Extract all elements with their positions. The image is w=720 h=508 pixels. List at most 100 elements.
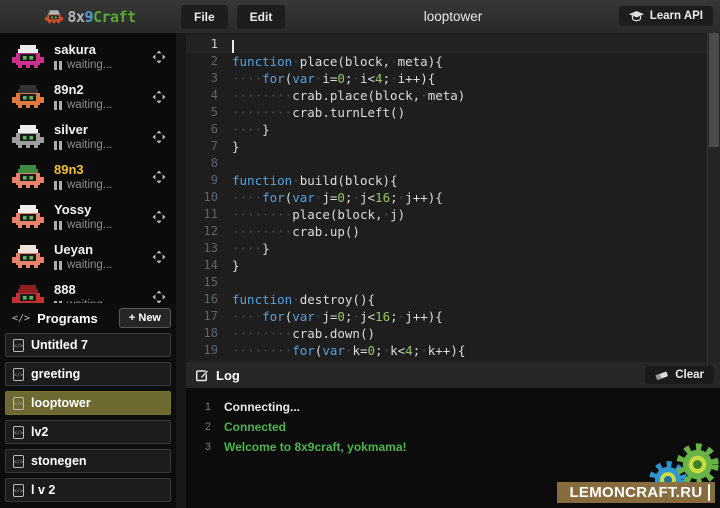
code-text: function·place(block,·meta){ — [232, 53, 443, 70]
move-crosshair-icon[interactable] — [152, 210, 166, 224]
pause-icon — [54, 181, 57, 190]
log-message: Connected — [224, 420, 286, 434]
program-item[interactable]: </> Untitled 7 — [5, 333, 171, 357]
line-number: 7 — [186, 138, 232, 155]
code-line: 10 ····for(var·j=0;·j<16;·j++){ — [186, 189, 720, 206]
code-editor[interactable]: 1 2 function·place(block,·meta){ 3 ····f… — [186, 33, 720, 362]
player-row[interactable]: 888 waiting... — [0, 277, 176, 303]
script-file-icon: </> — [13, 368, 24, 381]
code-text: ····} — [232, 121, 270, 138]
pause-icon — [54, 101, 57, 110]
code-text: ········for(var·k=0;·k<4;·k++){ — [232, 342, 465, 359]
move-crosshair-icon[interactable] — [152, 50, 166, 64]
program-label: Untitled 7 — [31, 338, 88, 352]
player-name: 888 — [54, 283, 152, 297]
clear-log-label: Clear — [675, 369, 704, 381]
file-menu-button[interactable]: File — [181, 5, 228, 29]
player-name: 89n2 — [54, 83, 152, 97]
pause-icon — [59, 101, 62, 110]
player-status-text: waiting... — [67, 99, 112, 111]
gear-green-icon — [674, 441, 720, 488]
line-number: 1 — [186, 36, 232, 53]
watermark-cursor-bar — [708, 484, 710, 501]
watermark-text: LEMONCRAFT.RU — [569, 484, 702, 501]
line-number: 2 — [186, 53, 232, 70]
sidebar: sakura waiting... — [0, 33, 176, 508]
program-item[interactable]: </> greeting — [5, 362, 171, 386]
pause-icon — [59, 221, 62, 230]
code-text: ········crab.place(block,·meta) — [232, 87, 465, 104]
line-number: 14 — [186, 257, 232, 274]
line-number: 17 — [186, 308, 232, 325]
crab-player-icon — [12, 245, 44, 269]
code-line: 19 ········for(var·k=0;·k<4;·k++){ — [186, 342, 720, 359]
code-line: 17 ····for(var·j=0;·j<16;·j++){ — [186, 308, 720, 325]
code-text: ········crab.down() — [232, 325, 375, 342]
player-row[interactable]: Ueyan waiting... — [0, 237, 176, 277]
player-row[interactable]: silver waiting... — [0, 117, 176, 157]
clear-log-button[interactable]: Clear — [645, 366, 714, 384]
log-line-number: 2 — [186, 421, 224, 433]
move-crosshair-icon[interactable] — [152, 130, 166, 144]
move-crosshair-icon[interactable] — [152, 250, 166, 264]
program-item[interactable]: </> l v 2 — [5, 478, 171, 502]
crab-player-icon — [12, 45, 44, 69]
player-row[interactable]: Yossy waiting... — [0, 197, 176, 237]
code-line: 14 } — [186, 257, 720, 274]
log-entry: 1 Connecting... — [186, 397, 720, 417]
code-line: 11 ········place(block,·j) — [186, 206, 720, 223]
player-status-text: waiting... — [67, 179, 112, 191]
player-status: waiting... — [54, 219, 152, 231]
line-number: 4 — [186, 87, 232, 104]
player-status: waiting... — [54, 139, 152, 151]
crab-player-icon — [12, 165, 44, 189]
line-number: 16 — [186, 291, 232, 308]
pause-icon — [59, 141, 62, 150]
programs-panel: </> Programs + New </> Untitled 7 </> — [0, 303, 176, 508]
log-entry: 3 Welcome to 8x9craft, yokmama! — [186, 437, 720, 457]
move-crosshair-icon[interactable] — [152, 290, 166, 303]
move-crosshair-icon[interactable] — [152, 90, 166, 104]
line-number: 11 — [186, 206, 232, 223]
svg-text:</>: </> — [14, 372, 23, 378]
player-row[interactable]: 89n3 waiting... — [0, 157, 176, 197]
code-line: 4 ········crab.place(block,·meta) — [186, 87, 720, 104]
player-status: waiting... — [54, 99, 152, 111]
crab-player-icon — [12, 205, 44, 229]
graduation-cap-icon — [629, 11, 644, 22]
code-text: } — [232, 138, 240, 155]
log-entry: 2 Connected — [186, 417, 720, 437]
player-row[interactable]: 89n2 waiting... — [0, 77, 176, 117]
eraser-icon — [655, 370, 669, 381]
line-number: 19 — [186, 342, 232, 359]
log-message: Connecting... — [224, 400, 300, 414]
program-item[interactable]: </> lv2 — [5, 420, 171, 444]
code-line: 15 — [186, 274, 720, 291]
program-item[interactable]: </> stonegen — [5, 449, 171, 473]
new-program-button[interactable]: + New — [119, 308, 171, 328]
line-number: 20 — [186, 359, 232, 362]
document-title: looptower — [424, 9, 483, 24]
line-number: 13 — [186, 240, 232, 257]
crab-player-icon — [12, 125, 44, 149]
player-name: silver — [54, 123, 152, 137]
editor-scrollbar-thumb[interactable] — [709, 33, 719, 147]
log-title: Log — [216, 368, 645, 383]
log-line-number: 3 — [186, 441, 224, 453]
svg-text:</>: </> — [14, 488, 23, 494]
program-item[interactable]: </> looptower — [5, 391, 171, 415]
edit-menu-button[interactable]: Edit — [237, 5, 286, 29]
player-status: waiting... — [54, 59, 152, 71]
code-line: 20 ············crab.dig() — [186, 359, 720, 362]
code-line: 1 — [186, 36, 720, 53]
script-file-icon: </> — [13, 339, 24, 352]
code-text: ····for(var·j=0;·j<16;·j++){ — [232, 308, 443, 325]
line-number: 8 — [186, 155, 232, 172]
pause-icon — [59, 181, 62, 190]
learn-api-button[interactable]: Learn API — [619, 6, 713, 26]
player-row[interactable]: sakura waiting... — [0, 37, 176, 77]
pause-icon — [54, 141, 57, 150]
move-crosshair-icon[interactable] — [152, 170, 166, 184]
code-line: 16 function·destroy(){ — [186, 291, 720, 308]
editor-scrollbar[interactable] — [707, 33, 720, 362]
